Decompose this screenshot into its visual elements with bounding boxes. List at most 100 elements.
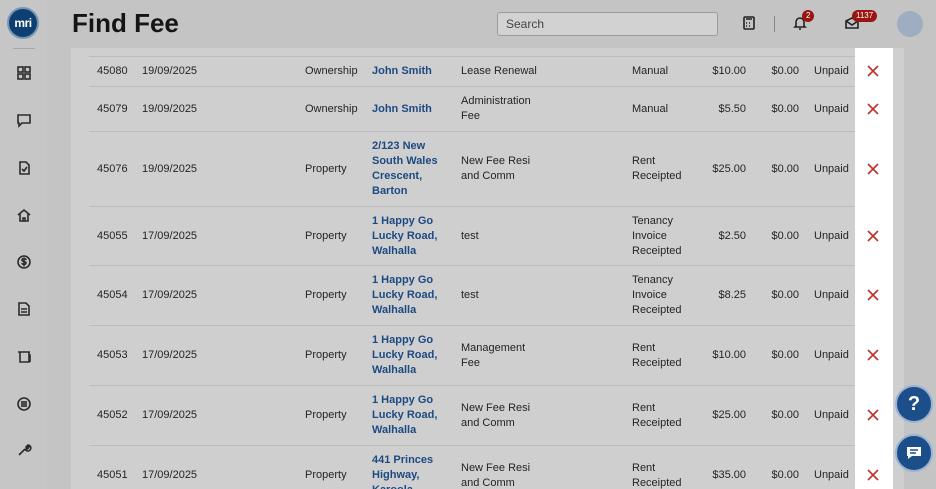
fee-type: Ownership (305, 102, 358, 115)
fee-target-link[interactable]: 1 Happy Go Lucky Road, Walhalla (372, 266, 447, 325)
fee-charge-method: Manual (632, 65, 669, 77)
fee-target-link[interactable]: 1 Happy Go Lucky Road, Walhalla (372, 207, 447, 265)
fee-description: test (461, 289, 479, 301)
fee-amount: $2.50 (718, 229, 746, 242)
fee-type: Property (305, 349, 347, 361)
fee-status: Unpaid (814, 102, 849, 115)
fee-id: 45055 (97, 229, 128, 242)
fee-target-link[interactable]: 1 Happy Go Lucky Road, Walhalla (372, 386, 447, 445)
fee-id: 45052 (97, 409, 128, 421)
fee-target-link[interactable]: 441 Princes Highway, Karoola (372, 446, 447, 489)
fee-type: Property (305, 409, 347, 421)
logo-text: mri (14, 16, 32, 30)
fee-target-link[interactable]: 2/123 New South Wales Crescent, Barton (372, 132, 447, 206)
delete-fee-button[interactable] (864, 100, 882, 118)
sidebar-item-bills[interactable] (13, 393, 35, 415)
fee-amount: $25.00 (712, 162, 746, 175)
fee-charge-method: Manual (632, 102, 669, 115)
fee-paid-amount: $0.00 (771, 102, 799, 115)
fee-description: Management Fee (461, 341, 526, 369)
delete-fee-button[interactable] (864, 346, 882, 364)
fee-results-table: 45080 19/09/2025 Ownership John Smith Lease … (71, 48, 904, 489)
close-icon (867, 229, 879, 242)
delete-fee-button[interactable] (864, 286, 882, 304)
home-icon (17, 208, 31, 222)
fee-type: Ownership (305, 65, 358, 77)
fee-paid-amount: $0.00 (771, 349, 799, 361)
delete-fee-button[interactable] (864, 160, 882, 178)
table-row: 45079 19/09/2025 Ownership John Smith Admini… (89, 86, 886, 131)
fee-charge-method: Rent Receipted (632, 461, 682, 489)
fee-paid-amount: $0.00 (771, 469, 799, 481)
sidebar-item-messages[interactable] (13, 109, 35, 131)
fee-target-link[interactable]: 1 Happy Go Lucky Road, Walhalla (372, 326, 447, 385)
fee-type: Property (305, 289, 347, 301)
document-icon (18, 302, 30, 316)
fee-status: Unpaid (814, 65, 849, 77)
table-row: 45076 19/09/2025 Property 2/123 New South W… (89, 131, 886, 206)
search-input[interactable] (497, 12, 718, 36)
close-icon (867, 162, 879, 175)
fee-target-link[interactable]: John Smith (372, 57, 447, 86)
mri-logo[interactable]: mri (7, 7, 39, 39)
fee-description: Administration Fee (461, 95, 531, 122)
fee-date: 17/09/2025 (142, 469, 198, 481)
fee-date: 19/09/2025 (142, 65, 198, 77)
fee-id: 45079 (97, 102, 128, 115)
chat-bubble-icon (907, 447, 921, 459)
sidebar-item-properties[interactable] (13, 204, 35, 226)
table-row: 45051 17/09/2025 Property 441 Princes Highw… (89, 445, 886, 489)
fee-date: 17/09/2025 (142, 349, 198, 361)
sidebar-item-inbox[interactable] (13, 345, 35, 367)
chat-support-button[interactable] (895, 434, 933, 472)
fee-id: 45053 (97, 349, 128, 361)
close-icon (867, 409, 879, 421)
header-divider (774, 16, 775, 32)
bill-icon (17, 397, 31, 411)
calculator-icon (743, 16, 755, 30)
fee-id: 45054 (97, 289, 128, 301)
table-row: 45054 17/09/2025 Property 1 Happy Go Lucky … (89, 265, 886, 325)
fee-amount: $8.25 (718, 289, 746, 301)
close-icon (867, 349, 879, 361)
wrench-icon (18, 444, 32, 456)
close-icon (867, 289, 879, 301)
fee-description: New Fee Resi and Comm (461, 461, 531, 489)
fee-date: 17/09/2025 (142, 289, 198, 301)
fee-description: New Fee Resi and Comm (461, 155, 531, 182)
delete-fee-button[interactable] (864, 62, 882, 80)
sidebar: mri (0, 0, 47, 489)
sidebar-item-finance[interactable] (13, 251, 35, 273)
fee-amount: $25.00 (712, 409, 746, 421)
fee-target-link[interactable]: John Smith (372, 87, 447, 131)
fee-charge-method: Tenancy Invoice Receipted (632, 214, 682, 257)
fee-paid-amount: $0.00 (771, 229, 799, 242)
dollar-icon (17, 255, 31, 269)
close-icon (867, 65, 879, 77)
fee-status: Unpaid (814, 289, 849, 301)
sidebar-item-maintenance[interactable] (13, 439, 35, 461)
sidebar-item-dashboard[interactable] (13, 62, 35, 84)
table-row: 45055 17/09/2025 Property 1 Happy Go Lucky … (89, 206, 886, 265)
fee-id: 45080 (97, 65, 128, 77)
notifications-badge: 2 (802, 10, 815, 22)
help-button[interactable]: ? (895, 385, 933, 423)
user-avatar[interactable] (897, 11, 923, 37)
checklist-icon (19, 161, 30, 175)
calculator-button[interactable] (739, 13, 759, 33)
delete-fee-button[interactable] (864, 466, 882, 484)
sidebar-item-tasks[interactable] (13, 157, 35, 179)
sidebar-item-documents[interactable] (13, 298, 35, 320)
fee-charge-method: Rent Receipted (632, 401, 682, 429)
fee-charge-method: Rent Receipted (632, 155, 682, 182)
delete-fee-button[interactable] (864, 227, 882, 245)
fee-description: Lease Renewal (461, 65, 537, 77)
fee-amount: $5.50 (718, 102, 746, 115)
page-title: Find Fee (72, 8, 179, 38)
fee-amount: $10.00 (712, 349, 746, 361)
fee-status: Unpaid (814, 349, 849, 361)
fee-description: New Fee Resi and Comm (461, 401, 531, 429)
delete-fee-button[interactable] (864, 406, 882, 424)
table-row: 45052 17/09/2025 Property 1 Happy Go Lucky … (89, 385, 886, 445)
close-icon (867, 102, 879, 115)
